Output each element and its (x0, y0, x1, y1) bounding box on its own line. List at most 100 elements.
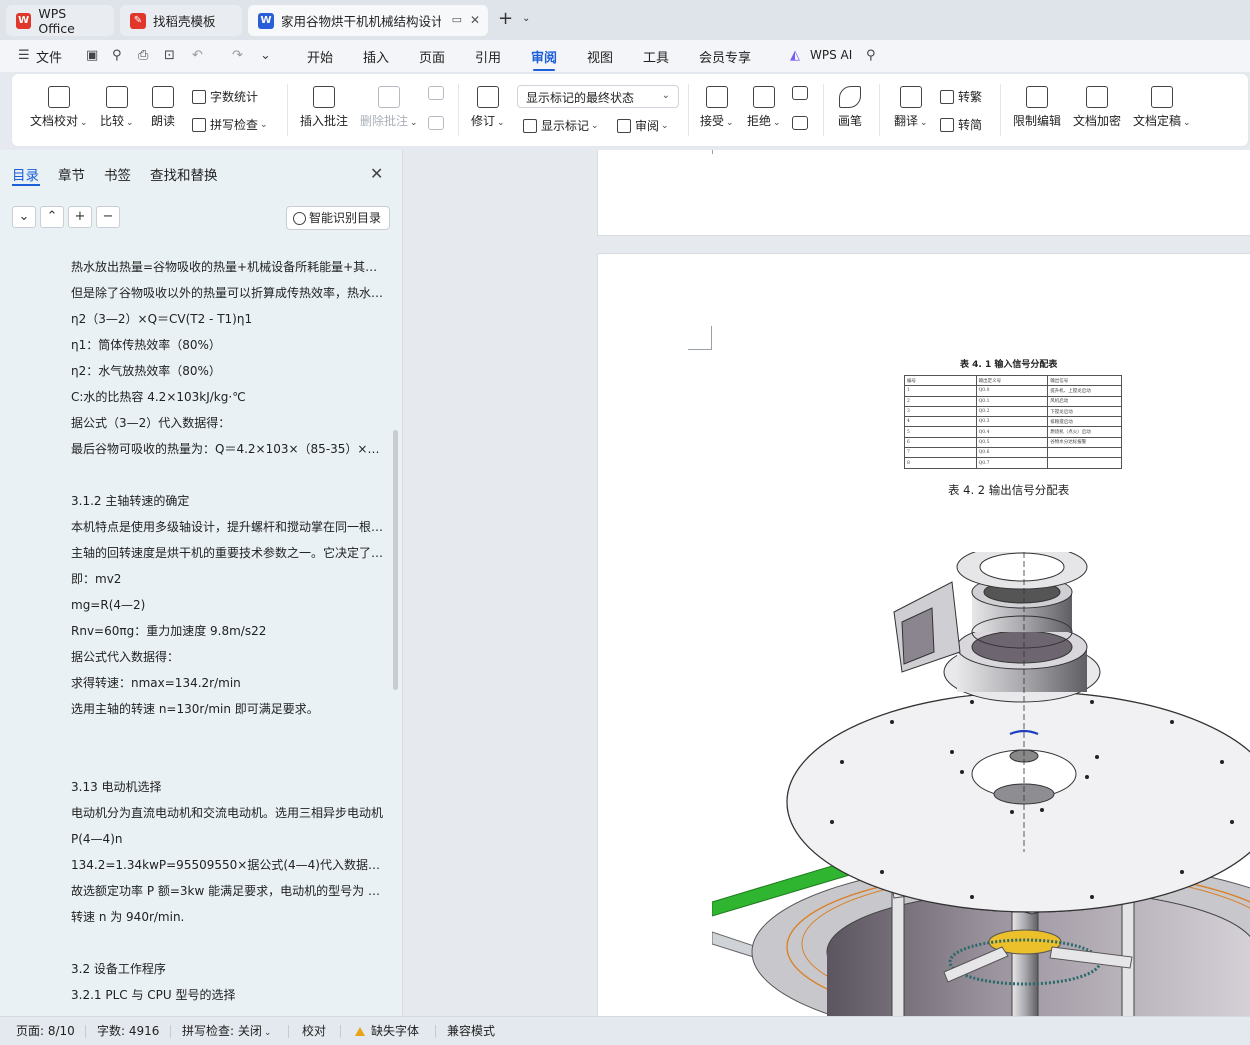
smart-toc-button[interactable]: 智能识别目录 (286, 206, 390, 230)
encrypt-button[interactable]: 文档加密 (1073, 86, 1121, 129)
toc-item[interactable]: η2：水气放热效率（80%） (71, 358, 386, 384)
compare-button[interactable]: 比较 ⌄ (100, 86, 134, 129)
menu-wps-ai[interactable]: WPS AI (810, 48, 852, 62)
toc-item[interactable]: 3.13 电动机选择 (71, 774, 386, 800)
close-icon[interactable]: ✕ (370, 164, 383, 183)
insert-comment-button[interactable]: 插入批注 (300, 86, 348, 129)
to-traditional-button[interactable]: 转繁 (940, 88, 982, 105)
hamburger-icon[interactable]: ☰ (18, 48, 30, 63)
toc-item[interactable]: mg=R(4—2) (71, 592, 386, 618)
nav-tab-chapters[interactable]: 章节 (58, 164, 85, 184)
delete-comment-button[interactable]: 删除批注 ⌄ (360, 86, 418, 129)
monitor-icon[interactable]: ▭ (452, 13, 462, 26)
document-canvas[interactable]: 表 4. 1 输入信号分配表 编号 输出定义号 输出信号 1 Q0.0 提升机、上搅龙启动… (404, 150, 1250, 1016)
word-count-button[interactable]: 字数统计 (192, 88, 258, 105)
table-cell: Q0.2 (975, 405, 1049, 418)
toc-item[interactable]: 电动机分为直流电动机和交流电动机。选用三相异步电动机 (71, 800, 386, 826)
remove-level-button[interactable]: − (96, 206, 120, 228)
review-pane-button[interactable]: 审阅 ⌄ (617, 117, 669, 134)
tab-template[interactable]: ✎ 找稻壳模板 (120, 5, 242, 36)
nav-tab-toc[interactable]: 目录 (12, 164, 39, 184)
accept-button[interactable]: 接受 ⌄ (700, 86, 734, 129)
add-level-button[interactable]: + (68, 206, 92, 228)
menu-review[interactable]: 审阅 (531, 47, 557, 66)
menu-tools[interactable]: 工具 (643, 47, 669, 66)
print-icon[interactable]: ⎙ (138, 48, 148, 63)
doc-check-button[interactable]: 文档校对 ⌄ (30, 86, 88, 129)
chevron-down-icon[interactable]: ⌄ (522, 13, 530, 24)
collapse-up-button[interactable]: ⌃ (40, 206, 64, 228)
menu-member[interactable]: 会员专享 (699, 47, 751, 66)
menu-view[interactable]: 视图 (587, 47, 613, 66)
toc-item[interactable]: 选用主轴的转速 n=130r/min 即可满足要求。 (71, 696, 386, 722)
redo-icon[interactable]: ↷ (232, 48, 243, 63)
toc-item[interactable]: 但是除了谷物吸收以外的热量可以折算成传热效率，热水放出热量可以折算 (71, 280, 386, 306)
toc-item[interactable]: 热水放出热量=谷物吸收的热量+机械设备所耗能量+其它损失热量 (71, 254, 386, 280)
prev-comment-button[interactable] (428, 86, 444, 104)
toc-item[interactable]: 转速 n 为 940r/min. (71, 904, 386, 930)
restrict-edit-button[interactable]: 限制编辑 (1013, 86, 1061, 129)
menu-insert[interactable]: 插入 (363, 47, 389, 66)
prev-change-button[interactable] (792, 86, 808, 104)
toc-item[interactable]: 主轴的回转速度是烘干机的重要技术参数之一。它决定了谷物 (71, 540, 386, 566)
save-icon[interactable]: ▣ (86, 48, 98, 63)
toc-item[interactable]: Rnv=60πg：重力加速度 9.8m/s22 (71, 618, 386, 644)
table-row: 编号 输出定义号 输出信号 (904, 374, 1122, 387)
track-changes-label: 修订 (471, 114, 496, 128)
undo-icon[interactable]: ↶ (192, 48, 203, 63)
nav-tab-bookmarks[interactable]: 书签 (104, 164, 131, 184)
search-icon[interactable]: ⚲ (866, 48, 876, 63)
toc-item[interactable]: C:水的比热容 4.2×103kJ/kg·℃ (71, 384, 386, 410)
reject-button[interactable]: 拒绝 ⌄ (747, 86, 781, 129)
toc-item[interactable]: 即：mv2 (71, 566, 386, 592)
markup-state-select[interactable]: 显示标记的最终状态 ⌄ (517, 85, 679, 108)
nav-tab-find-replace[interactable]: 查找和替换 (150, 164, 218, 184)
spell-check-button[interactable]: 拼写检查 ⌄ (192, 116, 268, 133)
toc-item[interactable]: 故选额定功率 P 额=3kw 能满足要求，电动机的型号为 Y132S-6 (71, 878, 386, 904)
tab-current-document[interactable]: W 家用谷物烘干机机械结构设计 ▭ ✕ (248, 5, 488, 36)
chevron-down-icon[interactable]: ⌄ (260, 48, 271, 63)
toc-item[interactable]: 据公式（3—2）代入数据得： (71, 410, 386, 436)
insert-comment-label: 插入批注 (300, 114, 349, 128)
print-preview-icon[interactable]: ⊡ (164, 48, 175, 63)
next-comment-button[interactable] (428, 116, 444, 134)
menu-page[interactable]: 页面 (419, 47, 445, 66)
new-tab-icon[interactable]: + (498, 10, 513, 28)
menu-home[interactable]: 开始 (307, 47, 333, 66)
table-row: 6 Q0.5 谷物水分达标报警 (904, 436, 1122, 449)
translate-button[interactable]: 翻译 ⌄ (894, 86, 928, 129)
tab-wps-office[interactable]: W WPS Office (6, 5, 114, 36)
expand-down-button[interactable]: ⌄ (12, 206, 36, 228)
divider (435, 1025, 436, 1038)
close-icon[interactable]: ✕ (470, 13, 480, 27)
toc-item[interactable]: 据公式代入数据得： (71, 644, 386, 670)
active-tab-indicator (533, 69, 555, 71)
nav-scrollbar[interactable] (393, 430, 398, 690)
spell-check-status[interactable]: 拼写检查: 关闭 ⌄ (182, 1022, 271, 1039)
toc-item[interactable]: 求得转速：nmax=134.2r/min (71, 670, 386, 696)
menu-references[interactable]: 引用 (475, 47, 501, 66)
toc-item[interactable]: η2（3—2）×Q＝CV(T2 - T1)η1 (71, 306, 386, 332)
toc-item[interactable]: 本机特点是使用多级轴设计，提升螺杆和搅动掌在同一根轴上 (71, 514, 386, 540)
finalize-button[interactable]: 文档定稿 ⌄ (1133, 86, 1191, 129)
page-indicator[interactable]: 页面: 8/10 (16, 1022, 75, 1039)
toc-item[interactable]: 3.2 设备工作程序 (71, 956, 386, 982)
word-count-status[interactable]: 字数: 4916 (97, 1022, 159, 1039)
menu-file[interactable]: 文件 (36, 47, 62, 66)
read-aloud-button[interactable]: 朗读 (151, 86, 175, 129)
missing-font-status[interactable]: 缺失字体 (355, 1022, 419, 1039)
pen-button[interactable]: 画笔 (838, 86, 862, 129)
proof-status[interactable]: 校对 (302, 1022, 326, 1039)
link-icon[interactable]: ⚲ (112, 48, 122, 63)
next-change-button[interactable] (792, 116, 808, 134)
toc-item[interactable]: P(4—4)n (71, 826, 386, 852)
toc-item[interactable]: 134.2=1.34kwP=95509550×据公式(4—4)代入数据得： (71, 852, 386, 878)
track-changes-button[interactable]: 修订 ⌄ (471, 86, 505, 129)
show-markup-button[interactable]: 显示标记 ⌄ (523, 117, 599, 134)
toc-item[interactable]: η1：筒体传热效率（80%） (71, 332, 386, 358)
to-simplified-button[interactable]: 转简 (940, 116, 982, 133)
status-bar: 页面: 8/10 字数: 4916 拼写检查: 关闭 ⌄ 校对 缺失字体 兼容模式 (0, 1016, 1250, 1045)
toc-item[interactable]: 最后谷物可吸收的热量为：Q＝4.2×103×（85-35）×80%×80% (71, 436, 386, 462)
toc-item[interactable]: 3.1.2 主轴转速的确定 (71, 488, 386, 514)
toc-item[interactable]: 3.2.1 PLC 与 CPU 型号的选择 (71, 982, 386, 1008)
